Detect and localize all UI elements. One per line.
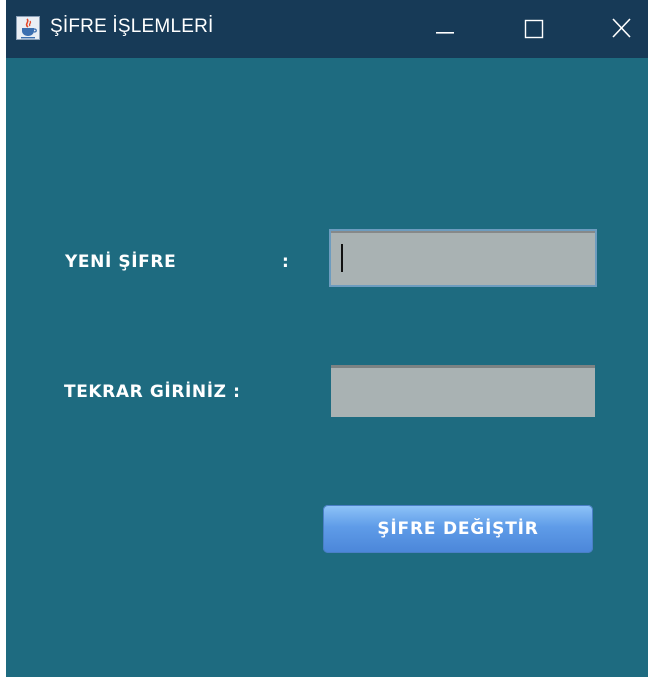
- maximize-icon: [524, 19, 544, 39]
- new-password-colon: :: [282, 252, 289, 272]
- title-bar[interactable]: ŞİFRE İŞLEMLERİ: [6, 0, 648, 58]
- window-title: ŞİFRE İŞLEMLERİ: [50, 16, 214, 37]
- repeat-password-label: TEKRAR GİRİNİZ :: [64, 382, 241, 402]
- new-password-label: YENİ ŞİFRE: [65, 252, 177, 272]
- minimize-button[interactable]: [413, 0, 483, 58]
- close-icon: [612, 18, 631, 38]
- maximize-button[interactable]: [503, 0, 573, 58]
- new-password-field[interactable]: [329, 229, 597, 287]
- password-change-window: ŞİFRE İŞLEMLERİ YENİ ŞİFRE : TEKRAR GİRİ…: [6, 0, 648, 677]
- text-caret: [341, 244, 343, 272]
- close-button[interactable]: [583, 0, 653, 58]
- minimize-icon: [436, 32, 454, 34]
- change-password-button[interactable]: ŞİFRE DEĞİŞTİR: [323, 505, 593, 553]
- java-cup-icon: [16, 16, 40, 40]
- repeat-password-field[interactable]: [331, 365, 595, 417]
